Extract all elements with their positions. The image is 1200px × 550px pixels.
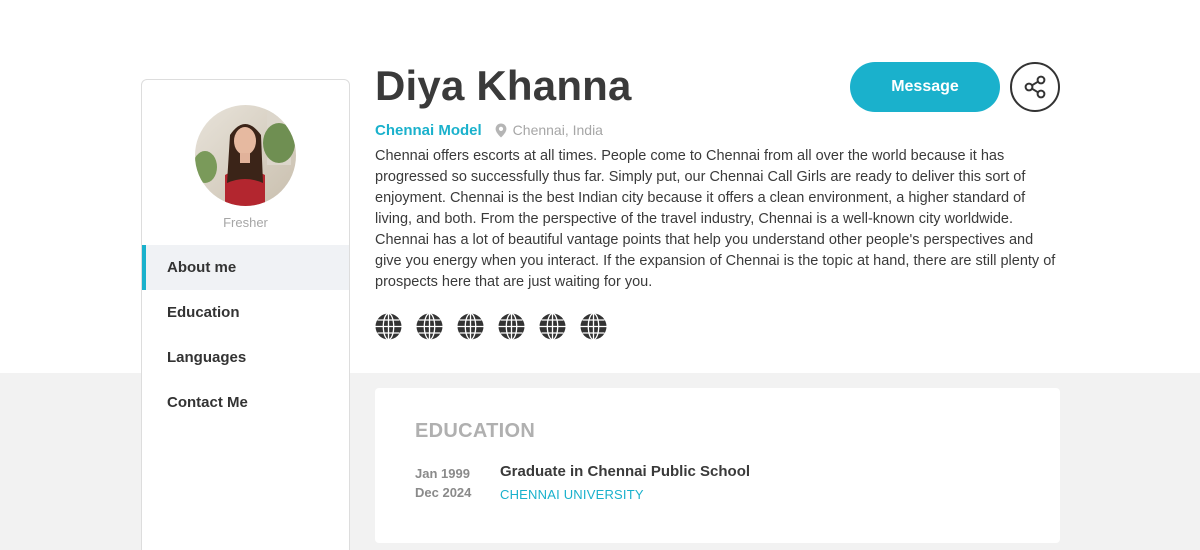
globe-icon[interactable] <box>580 313 607 340</box>
share-button[interactable] <box>1010 62 1060 112</box>
education-start-date: Jan 1999 <box>415 466 470 481</box>
globe-icon[interactable] <box>416 313 443 340</box>
sidebar-item-contact-me[interactable]: Contact Me <box>142 380 349 425</box>
profile-sidebar: Fresher About me Education Languages Con… <box>141 79 350 550</box>
profile-bio: Chennai offers escorts at all times. Peo… <box>375 148 1056 290</box>
education-end-date: Dec 2024 <box>415 485 472 500</box>
avatar <box>195 105 296 206</box>
status-label: Fresher <box>223 215 268 230</box>
education-card: EDUCATION Jan 1999 Dec 2024 Graduate in … <box>375 388 1060 543</box>
sidebar-nav: About me Education Languages Contact Me <box>142 245 349 425</box>
education-degree: Graduate in Chennai Public School <box>500 463 751 480</box>
location-pin-icon <box>495 123 507 138</box>
social-links <box>375 313 607 340</box>
globe-icon[interactable] <box>498 313 525 340</box>
profile-name: Diya Khanna <box>375 62 632 109</box>
profile-role[interactable]: Chennai Model <box>375 122 482 139</box>
avatar-photo <box>195 105 296 206</box>
sidebar-item-about-me[interactable]: About me <box>142 245 349 290</box>
profile-location: Chennai, India <box>512 122 603 138</box>
share-icon <box>1022 74 1048 100</box>
profile-subtitle: Chennai Model Chennai, India <box>375 121 603 139</box>
globe-icon[interactable] <box>375 313 402 340</box>
sidebar-item-languages[interactable]: Languages <box>142 335 349 380</box>
sidebar-item-education[interactable]: Education <box>142 290 349 335</box>
education-school[interactable]: CHENNAI UNIVERSITY <box>500 487 644 502</box>
education-dates: Jan 1999 Dec 2024 <box>415 464 471 502</box>
globe-icon[interactable] <box>539 313 566 340</box>
education-title: EDUCATION <box>415 420 536 442</box>
globe-icon[interactable] <box>457 313 484 340</box>
message-button[interactable]: Message <box>850 62 1000 112</box>
